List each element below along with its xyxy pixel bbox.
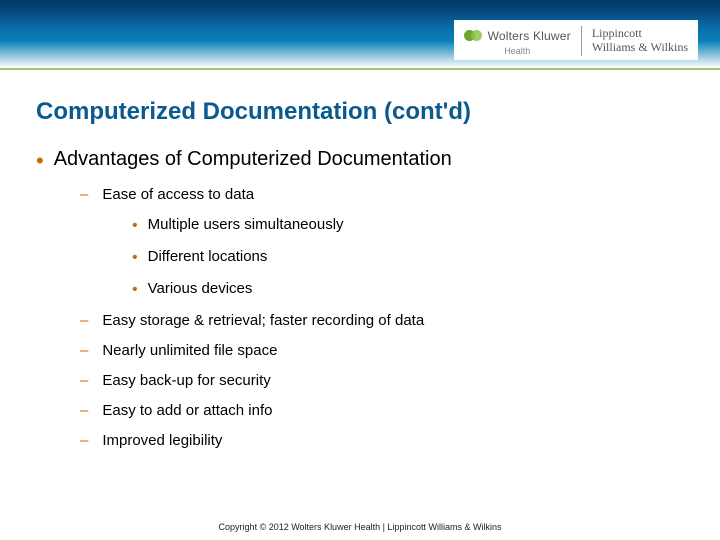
- bullet-text: Multiple users simultaneously: [148, 216, 344, 233]
- bullet-text: Improved legibility: [102, 432, 222, 449]
- bullet-list-level1: Advantages of Computerized Documentation: [36, 148, 684, 172]
- brand-divider: [581, 26, 582, 56]
- bullet-list-level3: Multiple users simultaneously Different …: [36, 216, 684, 298]
- bullet-text: Easy back-up for security: [102, 372, 270, 389]
- list-item: Easy back-up for security: [80, 372, 684, 389]
- wk-circles-icon: [464, 27, 482, 45]
- list-item: Easy to add or attach info: [80, 402, 684, 419]
- list-item: Advantages of Computerized Documentation: [36, 148, 684, 172]
- copyright-footer: Copyright © 2012 Wolters Kluwer Health |…: [0, 522, 720, 532]
- bullet-text: Ease of access to data: [102, 186, 254, 203]
- brand-lww-line1: Lippincott: [592, 27, 688, 41]
- brand-wk-sub: Health: [504, 46, 530, 56]
- brand-wk-label: Wolters Kluwer: [488, 29, 571, 43]
- bullet-text: Easy to add or attach info: [102, 402, 272, 419]
- header-bar: Wolters Kluwer Health Lippincott William…: [0, 0, 720, 68]
- list-item: Improved legibility: [80, 432, 684, 449]
- bullet-text: Nearly unlimited file space: [102, 342, 277, 359]
- slide-title: Computerized Documentation (cont'd): [36, 98, 684, 126]
- bullet-main-text: Advantages of Computerized Documentation: [54, 148, 452, 171]
- list-item: Easy storage & retrieval; faster recordi…: [80, 312, 684, 329]
- brand-logo-box: Wolters Kluwer Health Lippincott William…: [454, 20, 698, 60]
- bullet-text: Easy storage & retrieval; faster recordi…: [102, 312, 424, 329]
- list-item: Ease of access to data: [80, 186, 684, 203]
- bullet-list-level2: Easy storage & retrieval; faster recordi…: [36, 312, 684, 449]
- bullet-text: Different locations: [148, 248, 268, 265]
- list-item: Multiple users simultaneously: [132, 216, 684, 234]
- list-item: Nearly unlimited file space: [80, 342, 684, 359]
- slide-content: Computerized Documentation (cont'd) Adva…: [0, 70, 720, 449]
- bullet-text: Various devices: [148, 280, 253, 297]
- list-item: Different locations: [132, 248, 684, 266]
- brand-wolters-kluwer: Wolters Kluwer Health: [464, 27, 571, 56]
- bullet-list-level2: Ease of access to data: [36, 186, 684, 203]
- brand-lippincott: Lippincott Williams & Wilkins: [592, 27, 688, 55]
- brand-lww-line2: Williams & Wilkins: [592, 41, 688, 55]
- list-item: Various devices: [132, 280, 684, 298]
